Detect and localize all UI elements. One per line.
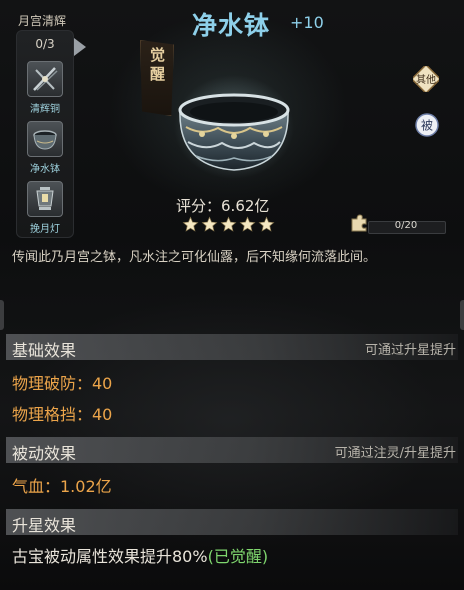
set-item-label: 清辉铜 — [30, 104, 60, 115]
item-level: +10 — [290, 13, 324, 32]
shard-count: 0/20 — [394, 220, 418, 231]
score-value: 6.62亿 — [221, 197, 270, 215]
passive-button[interactable]: 被 — [414, 112, 440, 138]
right-edge-handle — [460, 300, 464, 330]
item-image — [172, 72, 296, 182]
star-icon — [239, 216, 256, 233]
score: 评分：6.62亿 — [176, 195, 269, 216]
star-rating — [182, 216, 277, 237]
passive-button-label: 被 — [421, 119, 433, 133]
set-name: 月宫清辉 — [18, 14, 67, 28]
other-button[interactable]: 其他 — [410, 63, 442, 95]
section-star-effect: 升星效果 — [6, 509, 458, 535]
stat-hp: 气血：1.02亿 — [12, 477, 112, 496]
section-base-effect: 基础效果 可通过升星提升 — [6, 334, 458, 360]
puzzle-piece-icon — [350, 214, 368, 232]
set-item-label: 挽月灯 — [30, 224, 60, 235]
item-title: 净水钵 — [192, 11, 271, 40]
star-effect: 古宝被动属性效果提升80%(已觉醒) — [12, 543, 268, 567]
set-panel: 0/3 清辉铜 净水钵 挽月灯 — [16, 30, 74, 238]
awaken-badge: 觉醒 — [150, 46, 166, 83]
set-item-label: 净水钵 — [30, 164, 60, 175]
set-item-wanyuedeng[interactable]: 挽月灯 — [22, 181, 68, 235]
crossed-weapons-icon — [27, 61, 63, 97]
set-count: 0/3 — [35, 37, 55, 51]
star-icon — [201, 216, 218, 233]
star-icon — [182, 216, 199, 233]
left-edge-handle — [0, 300, 4, 330]
other-button-label: 其他 — [416, 73, 436, 86]
bowl-icon — [27, 121, 63, 157]
awakened-status: (已觉醒) — [207, 547, 269, 566]
stat-physical-block: 物理格挡：40 — [12, 405, 113, 424]
expand-arrow-icon[interactable] — [74, 38, 86, 56]
item-detail-panel: 月宫清辉 0/3 清辉铜 净水钵 挽月灯 净水钵 +10 觉醒 评分：6.62亿… — [0, 0, 464, 590]
set-item-qinghuitong[interactable]: 清辉铜 — [22, 61, 68, 115]
section-note: 可通过注灵/升星提升 — [334, 446, 456, 461]
item-description: 传闻此乃月宫之钵，凡水注之可化仙露，后不知缘何流落此间。 — [12, 250, 377, 265]
set-item-jingshuibo[interactable]: 净水钵 — [22, 121, 68, 175]
section-title: 被动效果 — [12, 444, 77, 463]
section-passive-effect: 被动效果 可通过注灵/升星提升 — [6, 437, 458, 463]
star-icon — [258, 216, 275, 233]
section-title: 升星效果 — [12, 516, 77, 535]
section-note: 可通过升星提升 — [364, 343, 456, 358]
score-label: 评分： — [176, 197, 222, 215]
lantern-icon — [27, 181, 63, 217]
star-icon — [220, 216, 237, 233]
star-effect-text: 古宝被动属性效果提升80% — [12, 547, 208, 566]
section-title: 基础效果 — [12, 341, 77, 360]
stat-physical-penetration: 物理破防：40 — [12, 374, 113, 393]
